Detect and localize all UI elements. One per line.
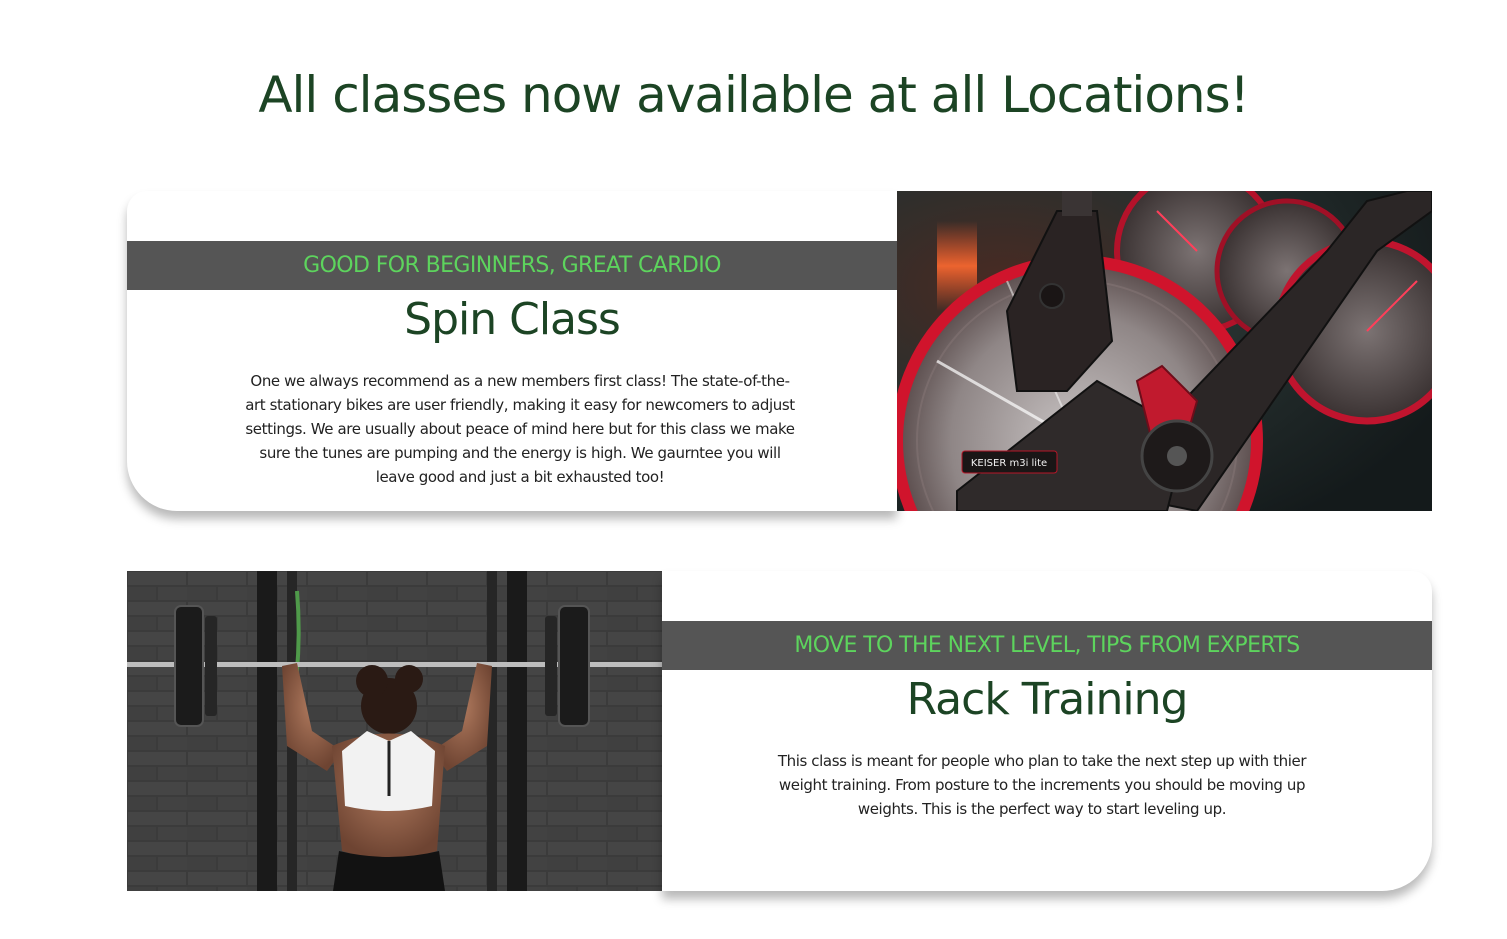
class-title: Rack Training (906, 674, 1189, 725)
class-info-panel: MOVE TO THE NEXT LEVEL, TIPS FROM EXPERT… (662, 571, 1432, 891)
page-title: All classes now available at all Locatio… (258, 66, 1249, 124)
class-description: One we always recommend as a new members… (245, 372, 795, 486)
class-title: Spin Class (404, 294, 621, 345)
spin-bike-image: KEISER m3i lite (897, 191, 1432, 511)
class-info-panel: GOOD FOR BEGINNERS, GREAT CARDIO Spin Cl… (127, 191, 897, 511)
class-description: This class is meant for people who plan … (777, 752, 1307, 818)
class-tagline: MOVE TO THE NEXT LEVEL, TIPS FROM EXPERT… (662, 621, 1432, 670)
class-card-rack: MOVE TO THE NEXT LEVEL, TIPS FROM EXPERT… (127, 571, 1432, 891)
class-card-spin: GOOD FOR BEGINNERS, GREAT CARDIO Spin Cl… (127, 191, 1432, 511)
bike-brand-label: KEISER m3i lite (971, 458, 1047, 469)
class-tagline: GOOD FOR BEGINNERS, GREAT CARDIO (127, 241, 897, 290)
weightlifter-image (127, 571, 662, 891)
